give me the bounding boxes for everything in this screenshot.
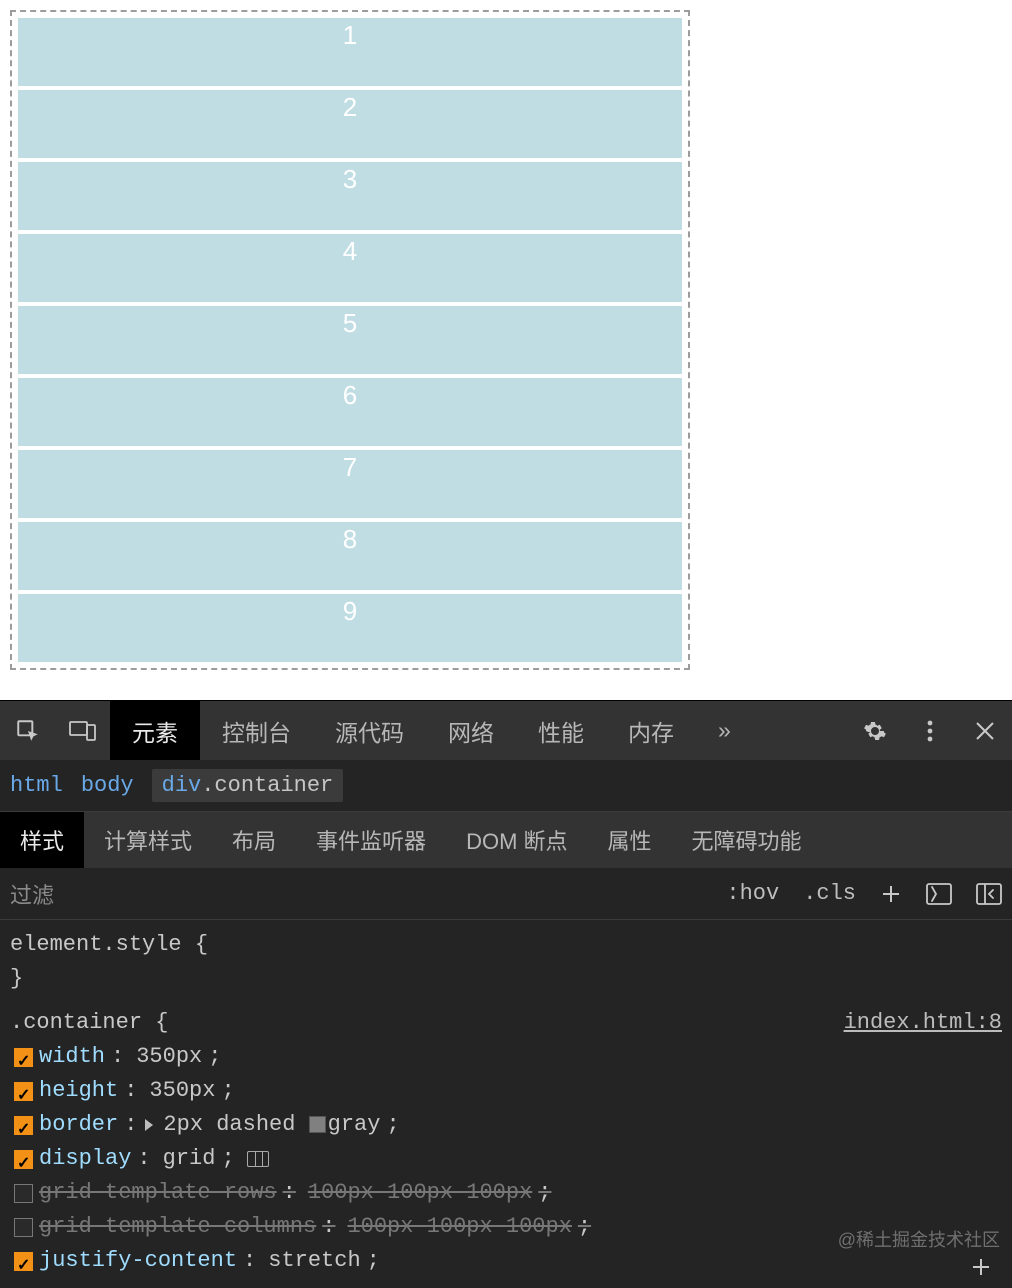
subtab-event-listeners[interactable]: 事件监听器 — [296, 812, 446, 868]
css-property[interactable]: justify-content — [39, 1244, 237, 1278]
grid-item: 1 — [18, 18, 682, 86]
devtools-main-tabs: 元素 控制台 源代码 网络 性能 内存 » — [110, 701, 753, 760]
property-toggle-checkbox[interactable] — [14, 1116, 33, 1135]
colon: : — [322, 1210, 335, 1244]
css-declaration[interactable]: display: grid; — [10, 1142, 1002, 1176]
semicolon: ; — [367, 1244, 380, 1278]
breadcrumb: html body div.container — [0, 760, 1012, 812]
subtab-dom-breakpoints[interactable]: DOM 断点 — [446, 812, 587, 868]
colon: : — [124, 1108, 137, 1142]
property-toggle-checkbox[interactable] — [14, 1150, 33, 1169]
colon: : — [283, 1176, 296, 1210]
hov-toggle[interactable]: :hov — [726, 881, 779, 906]
subtab-computed[interactable]: 计算样式 — [84, 812, 212, 868]
tab-console[interactable]: 控制台 — [200, 701, 313, 760]
tab-performance[interactable]: 性能 — [516, 701, 606, 760]
inspect-element-icon[interactable] — [0, 701, 55, 760]
filter-input[interactable]: 过滤 — [10, 878, 726, 910]
styles-filter-bar: 过滤 :hov .cls — [0, 868, 1012, 920]
css-declaration[interactable]: height: 350px; — [10, 1074, 1002, 1108]
selector[interactable]: .container — [10, 1010, 142, 1035]
semicolon: ; — [221, 1142, 234, 1176]
property-toggle-checkbox[interactable] — [14, 1048, 33, 1067]
css-property[interactable]: height — [39, 1074, 118, 1108]
property-toggle-checkbox[interactable] — [14, 1082, 33, 1101]
grid-item: 3 — [18, 162, 682, 230]
brace-close: } — [10, 966, 23, 991]
grid-container: 1 2 3 4 5 6 7 8 9 — [10, 10, 690, 670]
css-property[interactable]: grid-template-rows — [39, 1176, 277, 1210]
css-declaration[interactable]: grid-template-rows: 100px 100px 100px; — [10, 1176, 1002, 1210]
tab-memory[interactable]: 内存 — [606, 701, 696, 760]
grid-overlay-icon[interactable] — [247, 1151, 269, 1167]
kebab-menu-icon[interactable] — [902, 720, 957, 742]
close-icon[interactable] — [957, 721, 1012, 741]
color-swatch[interactable] — [309, 1116, 326, 1133]
css-declaration[interactable]: border:2px dashed gray; — [10, 1108, 1002, 1142]
breadcrumb-current-class: .container — [201, 773, 333, 798]
devtools-panel: 元素 控制台 源代码 网络 性能 内存 » — [0, 700, 1012, 1282]
colon: : — [111, 1040, 124, 1074]
css-property[interactable]: display — [39, 1142, 131, 1176]
css-value[interactable]: 350px — [136, 1040, 202, 1074]
semicolon: ; — [538, 1176, 551, 1210]
subtab-layout[interactable]: 布局 — [212, 812, 296, 868]
colon: : — [137, 1142, 150, 1176]
computed-styles-icon[interactable] — [926, 883, 952, 905]
watermark: @稀土掘金技术社区 — [838, 1226, 1000, 1252]
subtab-accessibility[interactable]: 无障碍功能 — [672, 812, 822, 868]
element-style-rule[interactable]: element.style { } — [10, 928, 1002, 996]
add-declaration-icon[interactable] — [970, 1256, 992, 1278]
semicolon: ; — [221, 1074, 234, 1108]
property-toggle-checkbox[interactable] — [14, 1218, 33, 1237]
sidebar-toggle-icon[interactable] — [976, 883, 1002, 905]
settings-icon[interactable] — [847, 719, 902, 743]
css-value[interactable]: 350px — [149, 1074, 215, 1108]
property-toggle-checkbox[interactable] — [14, 1184, 33, 1203]
tab-overflow[interactable]: » — [696, 701, 753, 760]
grid-item: 4 — [18, 234, 682, 302]
semicolon: ; — [578, 1210, 591, 1244]
grid-item: 6 — [18, 378, 682, 446]
device-toggle-icon[interactable] — [55, 701, 110, 760]
page-preview: 1 2 3 4 5 6 7 8 9 — [0, 0, 1012, 700]
breadcrumb-html[interactable]: html — [10, 773, 63, 798]
grid-item: 7 — [18, 450, 682, 518]
tab-elements[interactable]: 元素 — [110, 701, 200, 760]
css-value[interactable]: grid — [163, 1142, 216, 1176]
colon: : — [124, 1074, 137, 1108]
css-property[interactable]: border — [39, 1108, 118, 1142]
cls-toggle[interactable]: .cls — [803, 881, 856, 906]
tab-network[interactable]: 网络 — [426, 701, 516, 760]
breadcrumb-current-tag: div — [162, 773, 202, 798]
subtab-properties[interactable]: 属性 — [588, 812, 672, 868]
grid-item: 9 — [18, 594, 682, 662]
selector: element.style — [10, 932, 182, 957]
css-value[interactable]: 100px 100px 100px — [347, 1210, 571, 1244]
breadcrumb-body[interactable]: body — [81, 773, 134, 798]
css-declaration[interactable]: width: 350px; — [10, 1040, 1002, 1074]
tab-sources[interactable]: 源代码 — [313, 701, 426, 760]
subtab-styles[interactable]: 样式 — [0, 812, 84, 868]
css-value[interactable]: 2px dashed gray — [163, 1108, 380, 1142]
grid-item: 5 — [18, 306, 682, 374]
grid-item: 8 — [18, 522, 682, 590]
brace-open: { — [195, 932, 208, 957]
grid-item: 2 — [18, 90, 682, 158]
breadcrumb-current[interactable]: div.container — [152, 769, 344, 802]
semicolon: ; — [208, 1040, 221, 1074]
semicolon: ; — [386, 1108, 399, 1142]
devtools-toolbar: 元素 控制台 源代码 网络 性能 内存 » — [0, 700, 1012, 760]
css-property[interactable]: width — [39, 1040, 105, 1074]
css-value[interactable]: stretch — [268, 1244, 360, 1278]
styles-subtabs: 样式 计算样式 布局 事件监听器 DOM 断点 属性 无障碍功能 — [0, 812, 1012, 868]
css-value[interactable]: 100px 100px 100px — [308, 1176, 532, 1210]
css-property[interactable]: grid-template-columns — [39, 1210, 316, 1244]
source-link[interactable]: index.html:8 — [844, 1006, 1002, 1040]
new-style-rule-icon[interactable] — [880, 883, 902, 905]
colon: : — [243, 1244, 256, 1278]
expand-shorthand-icon[interactable] — [145, 1119, 153, 1131]
property-toggle-checkbox[interactable] — [14, 1252, 33, 1271]
brace-open: { — [155, 1010, 168, 1035]
